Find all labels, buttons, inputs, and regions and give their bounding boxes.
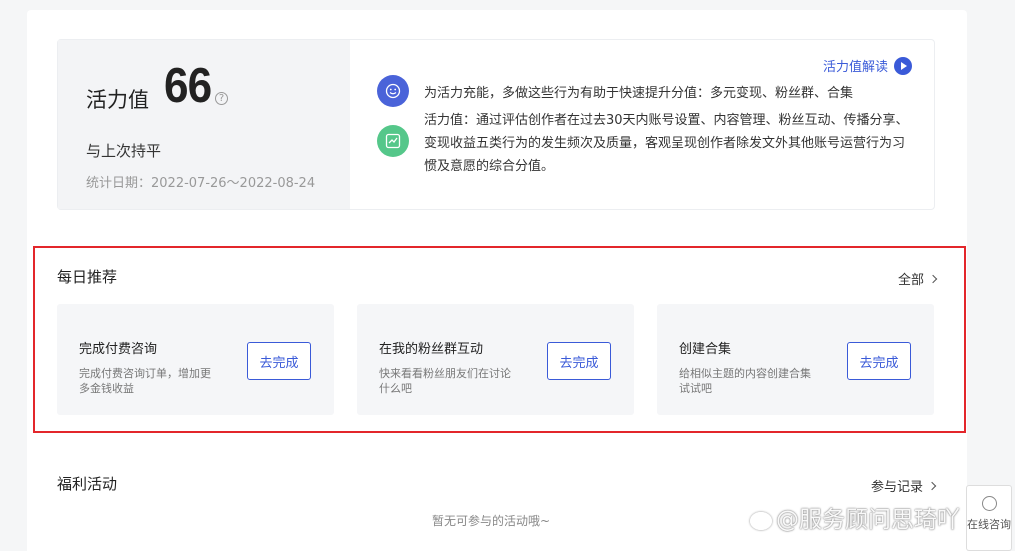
play-icon — [894, 56, 912, 75]
vitality-date-range: 统计日期：2022-07-26～2022-08-24 — [86, 176, 316, 191]
complete-button[interactable]: 去完成 — [247, 342, 311, 380]
task-title: 完成付费咨询 — [79, 342, 158, 357]
task-desc: 完成付费咨询订单，增加更多金钱收益 — [79, 367, 211, 395]
task-desc: 给相似主题的内容创建合集试试吧 — [679, 367, 811, 395]
daily-all-label: 全部 — [898, 273, 925, 288]
welfare-records-link[interactable]: 参与记录 — [871, 476, 937, 495]
task-desc: 快来看看粉丝朋友们在讨论什么吧 — [379, 367, 511, 395]
vitality-tip-definition: 活力值：通过评估创作者在过去30天内账号设置、内容管理、粉丝互动、传播分享、变现… — [424, 113, 909, 174]
vitality-explain-link[interactable]: 活力值解读 — [823, 56, 912, 75]
vitality-score: 66 — [164, 59, 212, 113]
wechat-icon — [750, 511, 772, 530]
complete-button[interactable]: 去完成 — [547, 342, 611, 380]
vitality-score-block: 活力值 66 ? 与上次持平 统计日期：2022-07-26～2022-08-2… — [58, 40, 350, 209]
vitality-tip-boost: 为活力充能，多做这些行为有助于快速提升分值：多元变现、粉丝群、合集 — [424, 86, 854, 101]
online-consult-button[interactable]: 在线咨询 — [966, 485, 1012, 551]
task-title: 在我的粉丝群互动 — [379, 342, 484, 357]
welfare-records-label: 参与记录 — [871, 480, 924, 495]
consult-label: 在线咨询 — [967, 518, 1011, 531]
daily-title: 每日推荐 — [57, 268, 118, 286]
help-icon[interactable]: ? — [215, 92, 228, 105]
task-card: 创建合集 给相似主题的内容创建合集试试吧 去完成 — [657, 304, 934, 415]
complete-button[interactable]: 去完成 — [847, 342, 911, 380]
chevron-right-icon — [927, 481, 937, 490]
chart-icon — [377, 125, 409, 157]
watermark-text: @服务顾问思琦吖 — [776, 507, 960, 533]
task-card: 在我的粉丝群互动 快来看看粉丝朋友们在讨论什么吧 去完成 — [357, 304, 634, 415]
task-card: 完成付费咨询 完成付费咨询订单，增加更多金钱收益 去完成 — [57, 304, 334, 415]
welfare-empty-text: 暂无可参与的活动哦~ — [432, 514, 551, 528]
vitality-info: 活力值解读 为活力充能，多做这些行为有助于快速提升分值：多元变现、粉丝群、合集 … — [350, 40, 934, 209]
watermark: @服务顾问思琦吖 — [750, 500, 960, 534]
vitality-label: 活力值 — [86, 88, 149, 112]
vitality-trend: 与上次持平 — [86, 142, 162, 160]
daily-all-link[interactable]: 全部 — [898, 269, 938, 288]
task-title: 创建合集 — [679, 342, 732, 357]
chevron-right-icon — [928, 274, 938, 283]
smile-icon — [377, 75, 409, 107]
welfare-title: 福利活动 — [57, 475, 118, 493]
chat-icon — [982, 496, 997, 511]
vitality-panel: 活力值 66 ? 与上次持平 统计日期：2022-07-26～2022-08-2… — [57, 39, 935, 210]
vitality-explain-label: 活力值解读 — [822, 60, 888, 75]
